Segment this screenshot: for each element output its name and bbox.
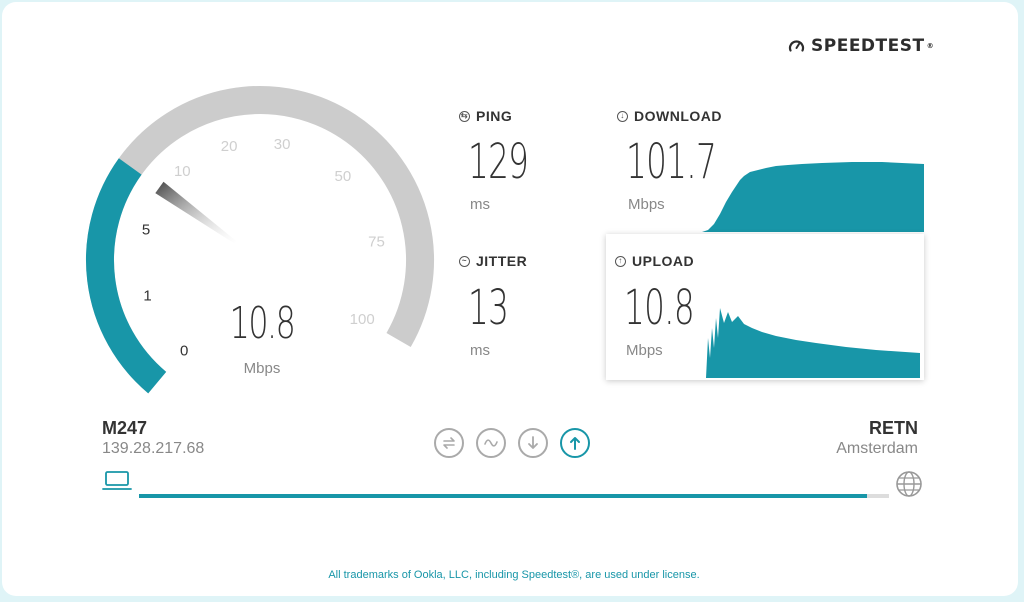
- download-label-text: DOWNLOAD: [634, 108, 722, 124]
- brand-name: SPEEDTEST: [811, 36, 925, 56]
- gauge-icon: [788, 39, 805, 52]
- speedtest-card: SPEEDTEST ® 0 1 5 10 20 30 50 75 100 10.8 Mbps ⇆ …: [2, 2, 1018, 596]
- gauge-fill: [86, 158, 167, 394]
- jitter-label-text: JITTER: [476, 253, 528, 269]
- trademark-mark: ®: [926, 42, 935, 50]
- gauge-needle: [155, 181, 237, 244]
- gauge-tick-label: 50: [335, 168, 352, 185]
- download-step-icon: [528, 436, 538, 449]
- jitter-value: 13: [468, 280, 509, 336]
- test-progress-bar: [139, 494, 889, 498]
- gauge-tick-label: 30: [274, 136, 291, 153]
- gauge-tick-label: 20: [221, 138, 238, 155]
- laptop-icon: [102, 471, 132, 490]
- step-download-button[interactable]: [518, 428, 548, 458]
- jitter-step-icon: [484, 439, 498, 447]
- test-progress-fill: [139, 494, 867, 498]
- jitter-icon: ~: [459, 255, 470, 267]
- download-unit: Mbps: [628, 196, 665, 213]
- download-graph-area: [702, 162, 924, 232]
- client-isp: M247: [102, 418, 148, 438]
- upload-step-icon: [570, 437, 580, 450]
- step-upload-button[interactable]: [560, 428, 590, 458]
- server-location[interactable]: Amsterdam: [836, 440, 918, 458]
- upload-value: 10.8: [624, 280, 695, 336]
- upload-graph-area: [706, 308, 920, 378]
- gauge-tick-label: 5: [142, 222, 150, 239]
- gauge-speed-unit: Mbps: [243, 360, 281, 377]
- upload-icon: ↑: [615, 255, 626, 267]
- speedtest-logo[interactable]: SPEEDTEST ®: [788, 36, 934, 56]
- download-graph: [702, 162, 924, 232]
- gauge-tick-label: 0: [180, 342, 188, 359]
- gauge-tick-label: 75: [368, 234, 385, 251]
- ping-label-text: PING: [476, 108, 513, 124]
- ping-step-icon: [443, 437, 455, 449]
- gauge-tick-label: 100: [350, 311, 375, 328]
- globe-icon: [896, 471, 922, 497]
- server-name[interactable]: RETN: [869, 418, 918, 439]
- jitter-unit: ms: [470, 342, 490, 359]
- trademark-footer: All trademarks of Ookla, LLC, including …: [328, 569, 700, 581]
- upload-label-text: UPLOAD: [632, 253, 695, 269]
- upload-unit: Mbps: [626, 342, 663, 359]
- ping-label: ⇆ PING: [459, 108, 512, 124]
- gauge-tick-label: 1: [143, 288, 151, 305]
- upload-label: ↑ UPLOAD: [615, 253, 694, 269]
- speed-gauge: 0 1 5 10 20 30 50 75 100: [86, 86, 435, 394]
- ping-icon: ⇆: [459, 110, 470, 122]
- step-jitter-button[interactable]: [476, 428, 506, 458]
- step-ping-button[interactable]: [434, 428, 464, 458]
- upload-graph: [706, 308, 920, 378]
- client-ip: 139.28.217.68: [102, 440, 205, 457]
- download-label: ↓ DOWNLOAD: [617, 108, 722, 124]
- gauge-speed-value: 10.8: [229, 298, 296, 349]
- download-icon: ↓: [617, 110, 628, 122]
- ping-unit: ms: [470, 196, 490, 213]
- jitter-label: ~ JITTER: [459, 253, 527, 269]
- ping-value: 129: [468, 134, 529, 190]
- gauge-tick-label: 10: [174, 163, 191, 180]
